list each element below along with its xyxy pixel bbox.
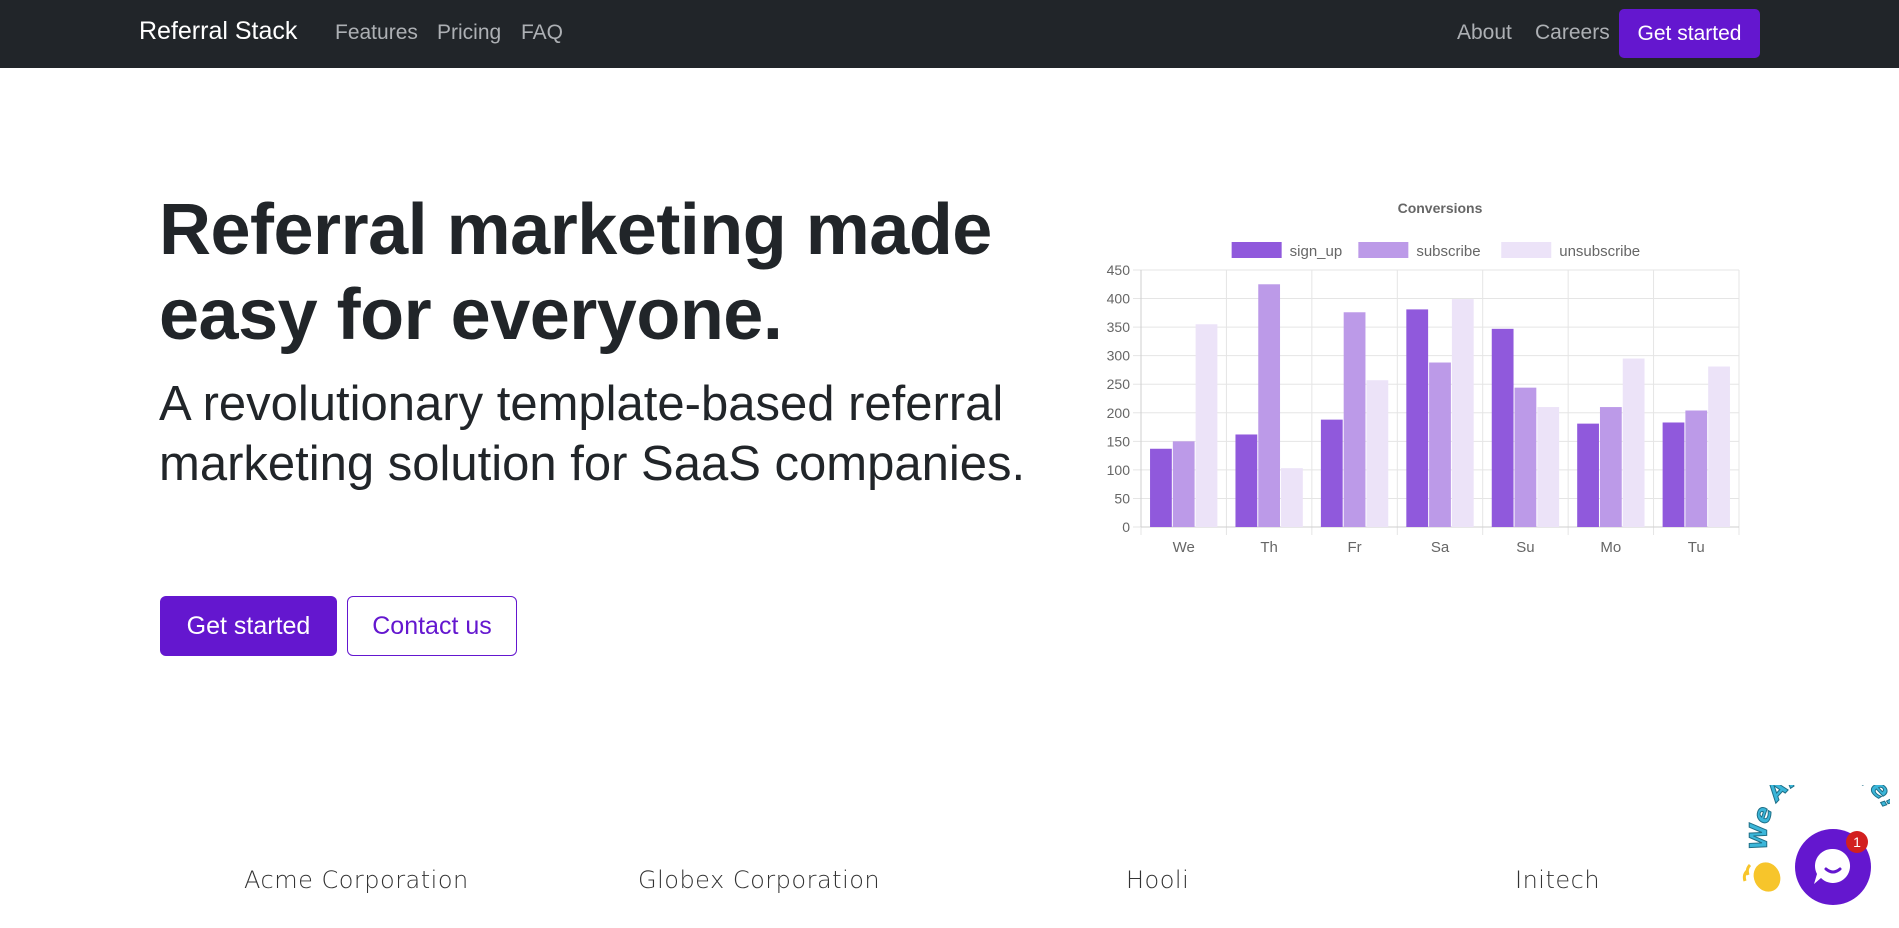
y-tick-label: 350: [1107, 319, 1131, 335]
bar-subscribe: [1685, 410, 1708, 527]
hero-get-started-button[interactable]: Get started: [160, 596, 337, 656]
bar-sign_up: [1577, 423, 1599, 527]
nav-link-faq[interactable]: FAQ: [521, 21, 563, 45]
y-tick-label: 300: [1107, 348, 1131, 364]
hero-title: Referral marketing made easy for everyon…: [159, 190, 992, 355]
y-tick-label: 100: [1107, 462, 1131, 478]
waving-hand-icon: [1742, 862, 1781, 892]
x-tick-label: Fr: [1347, 539, 1361, 556]
legend-swatch-sign_up: [1231, 242, 1282, 258]
chat-widget[interactable]: We Are Here! 1: [1740, 785, 1890, 920]
bar-unsubscribe: [1281, 468, 1303, 527]
logo-globex: Globex Corporation: [638, 866, 881, 894]
chart-title: Conversions: [1398, 200, 1483, 216]
bar-sign_up: [1491, 328, 1514, 527]
bar-unsubscribe: [1451, 299, 1474, 527]
conversions-chart: Conversions 0 50 100 150 200 250 300 350 400 450 We…: [1107, 200, 1740, 556]
nav-link-about[interactable]: About: [1457, 21, 1512, 45]
bar-unsubscribe: [1195, 324, 1218, 527]
y-tick-label: 400: [1107, 291, 1131, 307]
bar-unsubscribe: [1622, 358, 1645, 527]
legend-swatch-unsubscribe: [1501, 242, 1552, 258]
hero-contact-us-button[interactable]: Contact us: [347, 596, 517, 656]
y-tick-label: 200: [1107, 405, 1131, 421]
bar-unsubscribe: [1537, 407, 1560, 527]
logo-hooli: Hooli: [1126, 866, 1190, 894]
bar-unsubscribe: [1366, 380, 1389, 527]
legend-label-unsubscribe: unsubscribe: [1559, 243, 1640, 260]
x-tick-label: Sa: [1431, 539, 1450, 556]
y-tick-label: 250: [1107, 376, 1131, 392]
y-tick-label: 0: [1122, 519, 1130, 535]
nav-link-features[interactable]: Features: [335, 21, 418, 45]
bar-sign_up: [1320, 419, 1343, 527]
nav-link-careers[interactable]: Careers: [1535, 21, 1610, 45]
x-tick-label: Su: [1516, 539, 1534, 556]
bar-subscribe: [1429, 362, 1451, 527]
y-tick-label: 150: [1107, 433, 1131, 449]
bar-subscribe: [1514, 387, 1537, 527]
brand-logo[interactable]: Referral Stack: [139, 17, 297, 46]
x-tick-label: We: [1173, 539, 1195, 556]
nav-get-started-button[interactable]: Get started: [1619, 9, 1760, 58]
logo-acme: Acme Corporation: [244, 866, 469, 894]
hero-lead: A revolutionary template-based referral …: [159, 377, 1026, 491]
legend-swatch-subscribe: [1358, 242, 1409, 258]
bar-sign_up: [1235, 434, 1258, 527]
x-tick-label: Mo: [1600, 539, 1621, 556]
nav-link-pricing[interactable]: Pricing: [437, 21, 501, 45]
top-navbar: Referral Stack Features Pricing FAQ Abou…: [0, 0, 1899, 68]
bar-sign_up: [1406, 309, 1429, 527]
bar-subscribe: [1343, 312, 1366, 527]
bar-sign_up: [1662, 422, 1685, 527]
x-tick-label: Tu: [1688, 539, 1705, 556]
bar-sign_up: [1150, 448, 1172, 527]
legend-label-sign_up: sign_up: [1290, 243, 1343, 260]
legend-label-subscribe: subscribe: [1416, 243, 1480, 260]
bar-subscribe: [1172, 441, 1195, 527]
y-tick-label: 450: [1107, 262, 1131, 278]
bar-unsubscribe: [1708, 366, 1730, 527]
chat-notification-badge: 1: [1846, 831, 1868, 853]
logo-initech: Initech: [1515, 866, 1601, 894]
y-tick-label: 50: [1114, 490, 1130, 506]
bar-subscribe: [1258, 284, 1281, 527]
x-tick-label: Th: [1260, 539, 1278, 556]
bar-subscribe: [1599, 407, 1622, 527]
svg-text:1: 1: [1853, 834, 1861, 850]
